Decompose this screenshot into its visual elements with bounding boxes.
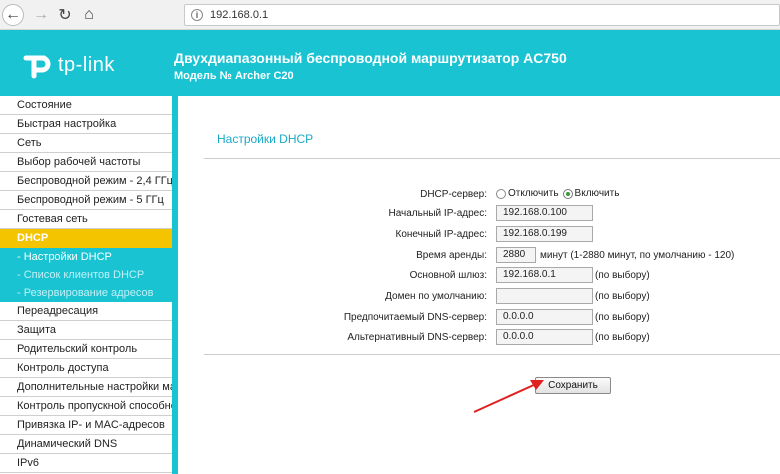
start-ip-row: Начальный IP-адрес: 192.168.0.100 — [184, 205, 780, 223]
sidebar-item-wireless-5[interactable]: Беспроводной режим - 5 ГГц — [0, 191, 172, 210]
sidebar-item-quick-setup[interactable]: Быстрая настройка — [0, 115, 172, 134]
browser-toolbar: ← → ↻ ⌂ i 192.168.0.1 — [0, 0, 780, 30]
dhcp-off-radio[interactable] — [496, 188, 506, 199]
sidebar-item-dynamic-dns[interactable]: Динамический DNS — [0, 435, 172, 454]
dhcp-server-label: DHCP-сервер: — [420, 189, 487, 200]
dhcp-on-radio[interactable] — [562, 188, 573, 199]
domain-note: (по выбору) — [595, 291, 650, 302]
router-header: tp-link Двухдиапазонный беспроводной мар… — [0, 30, 780, 96]
dns-secondary-row: Альтернативный DNS-сервер: 0.0.0.0 (по в… — [184, 329, 780, 347]
sidebar-item-ip-mac-binding[interactable]: Привязка IP- и MAC-адресов — [0, 416, 172, 435]
dns-primary-input[interactable]: 0.0.0.0 — [496, 309, 593, 325]
dhcp-on-label[interactable]: Включить — [575, 188, 620, 199]
url-text: 192.168.0.1 — [210, 9, 269, 21]
sidebar-item-advanced-routing[interactable]: Дополнительные настройки маршрутизации — [0, 378, 172, 397]
product-title: Двухдиапазонный беспроводной маршрутизат… — [174, 50, 567, 66]
sidebar-item-access-control[interactable]: Контроль доступа — [0, 359, 172, 378]
main-content: Настройки DHCP DHCP-сервер: Отключить Вк… — [184, 96, 780, 474]
dns-primary-label: Предпочитаемый DNS-сервер: — [343, 312, 487, 323]
start-ip-label: Начальный IP-адрес: — [388, 208, 487, 219]
sidebar-menu: Состояние Быстрая настройка Сеть Выбор р… — [0, 96, 178, 474]
sidebar-item-network[interactable]: Сеть — [0, 134, 172, 153]
domain-label: Домен по умолчанию: — [385, 291, 487, 302]
lease-time-row: Время аренды: 2880 минут (1-2880 минут, … — [184, 247, 780, 265]
sidebar-item-ipv6[interactable]: IPv6 — [0, 454, 172, 473]
dns-primary-note: (по выбору) — [595, 312, 650, 323]
info-icon[interactable]: i — [191, 9, 203, 21]
dns-secondary-note: (по выбору) — [595, 332, 650, 343]
sidebar-item-guest-network[interactable]: Гостевая сеть — [0, 210, 172, 229]
dhcp-server-row: DHCP-сервер: Отключить Включить — [184, 186, 780, 204]
tp-link-logo-icon — [23, 55, 51, 79]
dhcp-off-label[interactable]: Отключить — [508, 188, 559, 199]
sidebar-item-band-select[interactable]: Выбор рабочей частоты — [0, 153, 172, 172]
dhcp-server-options: Отключить Включить — [496, 188, 619, 199]
forward-icon[interactable]: → — [30, 4, 52, 26]
start-ip-input[interactable]: 192.168.0.100 — [496, 205, 593, 221]
sidebar-item-wireless-24[interactable]: Беспроводной режим - 2,4 ГГц — [0, 172, 172, 191]
sidebar-subitem-dhcp-settings[interactable]: - Настройки DHCP — [0, 248, 172, 266]
sidebar-subitem-address-reservation[interactable]: - Резервирование адресов — [0, 284, 172, 302]
tp-link-logo: tp-link — [18, 48, 115, 82]
reload-icon[interactable]: ↻ — [54, 4, 76, 26]
home-icon[interactable]: ⌂ — [78, 4, 100, 26]
domain-row: Домен по умолчанию: (по выбору) — [184, 288, 780, 306]
sidebar-item-forwarding[interactable]: Переадресация — [0, 302, 172, 321]
end-ip-row: Конечный IP-адрес: 192.168.0.199 — [184, 226, 780, 244]
sidebar-item-parental-control[interactable]: Родительский контроль — [0, 340, 172, 359]
section-title: Настройки DHCP — [217, 132, 314, 146]
back-icon[interactable]: ← — [2, 4, 24, 26]
address-bar[interactable]: i 192.168.0.1 — [184, 4, 780, 26]
end-ip-input[interactable]: 192.168.0.199 — [496, 226, 593, 242]
dns-primary-row: Предпочитаемый DNS-сервер: 0.0.0.0 (по в… — [184, 309, 780, 327]
logo-text: tp-link — [58, 53, 115, 76]
gateway-note: (по выбору) — [595, 270, 650, 281]
domain-input[interactable] — [496, 288, 593, 304]
annotation-arrow — [473, 380, 544, 413]
lease-time-label: Время аренды: — [416, 250, 487, 261]
sidebar-subitem-dhcp-clients[interactable]: - Список клиентов DHCP — [0, 266, 172, 284]
lease-time-note: минут (1-2880 минут, по умолчанию - 120) — [540, 250, 735, 261]
sidebar-item-bandwidth-control[interactable]: Контроль пропускной способности — [0, 397, 172, 416]
sidebar-item-status[interactable]: Состояние — [0, 96, 172, 115]
divider-top — [204, 158, 780, 159]
gateway-input[interactable]: 192.168.0.1 — [496, 267, 593, 283]
lease-time-input[interactable]: 2880 — [496, 247, 536, 263]
end-ip-label: Конечный IP-адрес: — [395, 229, 488, 240]
gateway-label: Основной шлюз: — [409, 270, 487, 281]
dns-secondary-label: Альтернативный DNS-сервер: — [347, 332, 487, 343]
dns-secondary-input[interactable]: 0.0.0.0 — [496, 329, 593, 345]
sidebar-item-security[interactable]: Защита — [0, 321, 172, 340]
gateway-row: Основной шлюз: 192.168.0.1 (по выбору) — [184, 267, 780, 285]
sidebar-item-dhcp[interactable]: DHCP — [0, 229, 172, 248]
divider-bottom — [204, 354, 780, 355]
model-number: Модель № Archer C20 — [174, 70, 294, 82]
